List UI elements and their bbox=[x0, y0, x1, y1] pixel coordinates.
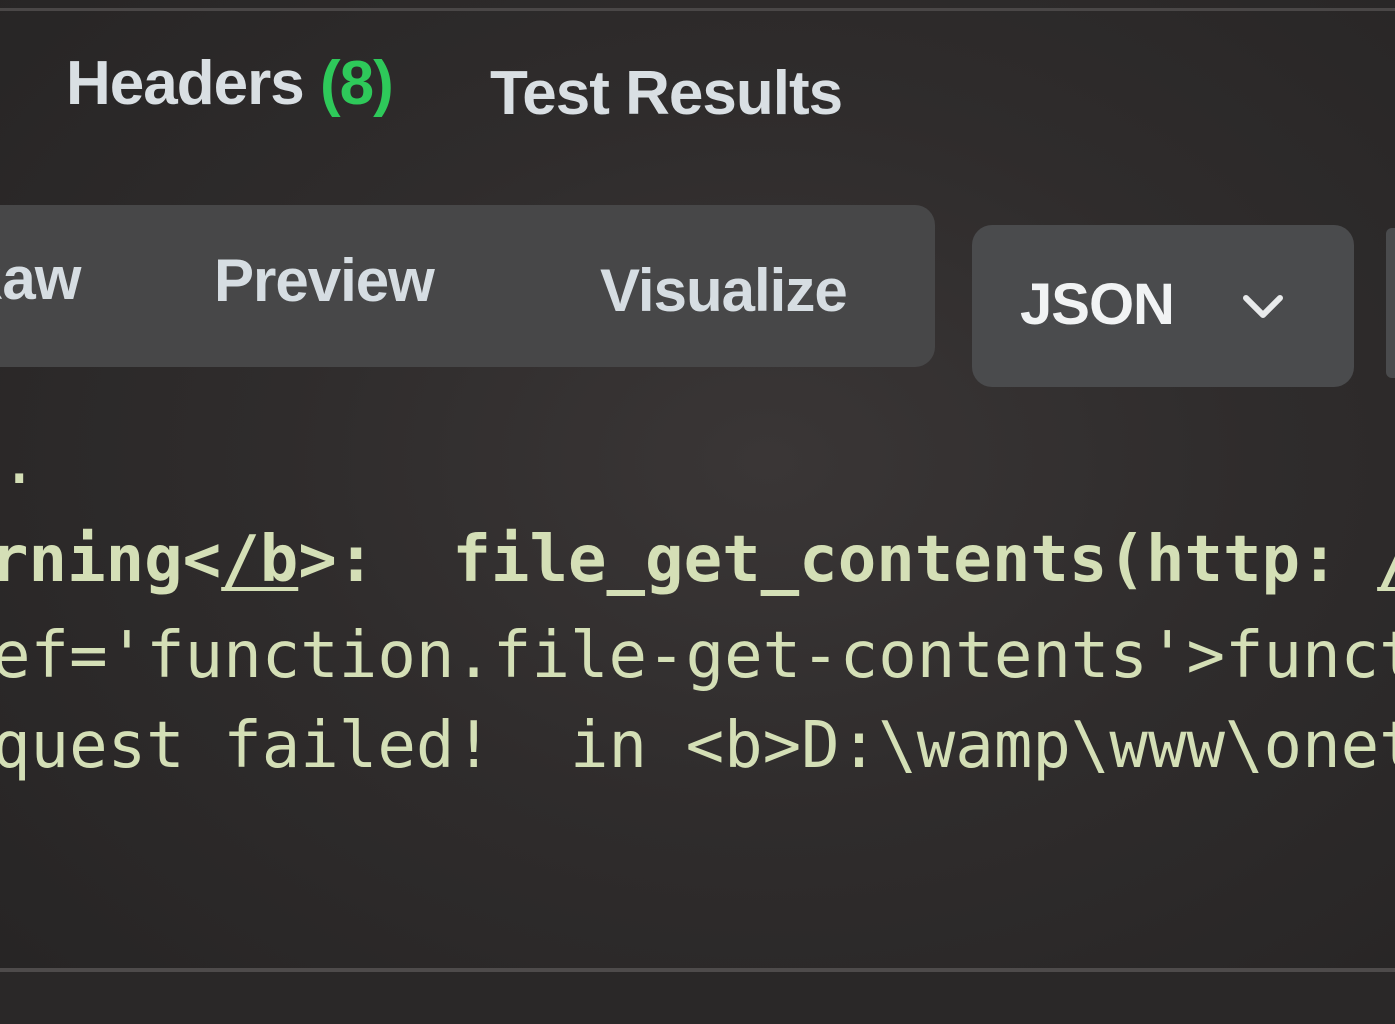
code-line-1-prefix: rning< bbox=[0, 523, 222, 597]
code-line-marker: . bbox=[0, 425, 39, 499]
code-line-1-text: >: file_get_contents(http: bbox=[298, 523, 1378, 597]
code-line-1-tag: /b bbox=[221, 523, 299, 597]
tab-headers-label: Headers bbox=[66, 49, 305, 118]
bottom-bar bbox=[0, 972, 1395, 1024]
format-select[interactable]: JSON bbox=[972, 225, 1354, 387]
code-line-2: ef='function.file-get-contents'>functio bbox=[0, 619, 1395, 693]
response-panel: Headers (8) Test Results Raw Preview Vis… bbox=[0, 0, 1395, 1024]
view-preview-button[interactable]: Preview bbox=[214, 246, 435, 315]
top-divider bbox=[0, 8, 1395, 11]
format-select-value: JSON bbox=[1020, 272, 1175, 337]
chevron-down-icon bbox=[1243, 295, 1283, 318]
headers-count-badge: (8) bbox=[319, 49, 394, 118]
code-line-1: rning</b>: file_get_contents(http: //20 bbox=[0, 528, 1395, 592]
tab-headers[interactable]: Headers (8) bbox=[66, 48, 394, 119]
view-raw-label: Raw bbox=[0, 245, 81, 312]
code-line-3: quest failed! in <b>D:\wamp\www\onetim bbox=[0, 709, 1395, 783]
tab-test-results[interactable]: Test Results bbox=[490, 58, 843, 129]
view-visualize-button[interactable]: Visualize bbox=[600, 256, 848, 325]
next-control-edge[interactable] bbox=[1386, 228, 1395, 378]
code-line-1-link[interactable]: //20 bbox=[1377, 523, 1395, 597]
view-raw-button[interactable]: Raw bbox=[0, 244, 120, 313]
